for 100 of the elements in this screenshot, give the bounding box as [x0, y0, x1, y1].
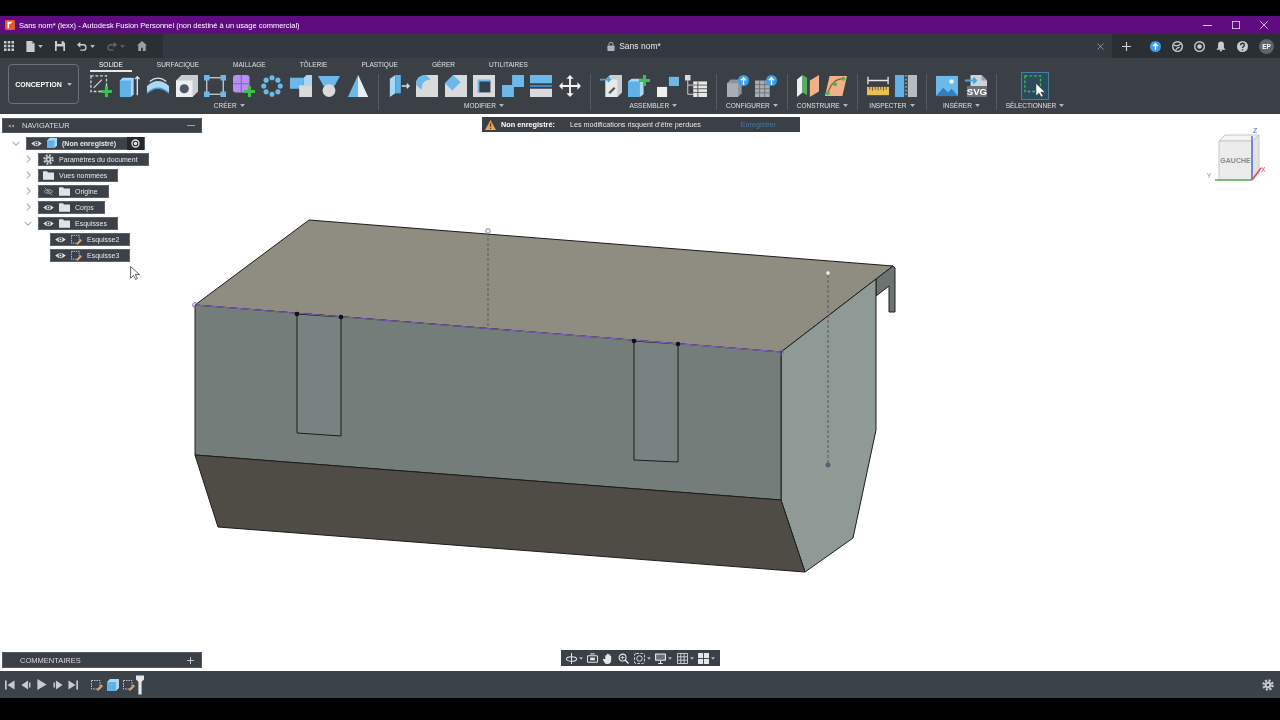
eye-icon[interactable] [55, 251, 66, 259]
extrude-icon[interactable] [118, 75, 141, 97]
help-icon[interactable] [1237, 40, 1248, 52]
plus-icon[interactable] [187, 656, 194, 664]
section-analysis-icon[interactable] [895, 75, 918, 97]
caret-icon[interactable] [909, 104, 915, 107]
sketch-feature-icon[interactable] [123, 678, 135, 691]
caret-icon[interactable] [38, 44, 43, 48]
previous-icon[interactable] [20, 679, 31, 690]
pyramid-icon[interactable] [346, 75, 369, 97]
box-link-icon[interactable] [599, 75, 622, 97]
joined-blocks-icon[interactable] [289, 75, 312, 97]
document-tab[interactable]: Sans nom* [163, 34, 1112, 58]
fillet-icon[interactable] [416, 75, 438, 97]
move-icon[interactable] [558, 75, 581, 97]
orbit-icon[interactable] [566, 652, 577, 664]
minimize-icon[interactable] [1203, 24, 1212, 26]
close-icon[interactable] [1097, 42, 1104, 50]
last-icon[interactable] [68, 679, 78, 690]
extrude-feature-icon[interactable] [107, 678, 119, 691]
display-icon[interactable] [655, 652, 667, 664]
tree-table-icon[interactable] [685, 75, 707, 97]
caret-icon[interactable] [646, 656, 651, 660]
undo-icon[interactable] [77, 41, 87, 51]
eye-icon[interactable] [43, 203, 54, 211]
caret-icon[interactable] [772, 104, 778, 107]
caret-icon[interactable] [974, 104, 980, 107]
timeline-marker-icon[interactable] [136, 674, 144, 695]
status-ring-icon[interactable] [1194, 40, 1205, 52]
sketch-rectangle-icon[interactable] [204, 75, 226, 97]
plus-icon[interactable] [1122, 41, 1131, 51]
caret-icon[interactable] [668, 656, 673, 660]
revolve-icon[interactable] [147, 75, 169, 97]
caret-icon[interactable] [1059, 104, 1065, 107]
globe-icon[interactable] [1172, 40, 1183, 52]
play-icon[interactable] [36, 679, 47, 690]
pan-icon[interactable] [602, 652, 614, 664]
maximize-icon[interactable] [1232, 21, 1240, 29]
first-icon[interactable] [5, 679, 15, 690]
eye-icon[interactable] [43, 219, 54, 227]
eye-slash-icon[interactable] [43, 186, 54, 196]
grid-icon[interactable] [676, 652, 688, 664]
gear-icon [43, 153, 54, 165]
double-arrow-icon[interactable] [8, 123, 14, 128]
caret-icon[interactable] [842, 104, 848, 107]
file-icon[interactable] [26, 40, 35, 52]
folder-icon [43, 170, 54, 180]
save-icon[interactable] [55, 41, 65, 51]
grid-badge-icon[interactable] [755, 75, 778, 97]
new-sketch-icon[interactable] [90, 75, 112, 97]
folder-icon [59, 202, 70, 212]
sync-status-icon[interactable] [1150, 40, 1161, 52]
wedge-sphere-icon[interactable] [318, 75, 340, 97]
app-logo-icon [5, 20, 15, 30]
stacked-blocks-icon[interactable] [656, 75, 679, 97]
caret-icon[interactable] [672, 104, 678, 107]
measure-icon[interactable] [866, 75, 889, 97]
eye-icon[interactable] [31, 139, 42, 147]
curved-plane-icon[interactable] [825, 75, 848, 97]
form-icon[interactable] [232, 75, 255, 97]
circular-pattern-icon[interactable] [261, 75, 283, 97]
document-tab-title: Sans nom* [619, 41, 661, 51]
combine-icon[interactable] [501, 75, 524, 97]
eye-icon[interactable] [55, 235, 66, 243]
caret-icon[interactable] [239, 104, 245, 107]
sketch-feature-icon[interactable] [91, 678, 103, 691]
folder-icon [59, 218, 70, 228]
radio-icon[interactable] [127, 136, 145, 150]
caret-icon[interactable] [498, 104, 504, 107]
cube-icon [47, 138, 57, 148]
caret-icon[interactable] [579, 656, 583, 660]
planes-icon[interactable] [796, 75, 819, 97]
split-body-icon[interactable] [530, 75, 552, 97]
sketch-icon [71, 249, 82, 261]
caret-icon[interactable] [710, 656, 715, 660]
fit-icon[interactable] [633, 652, 645, 664]
sketch-icon [71, 233, 82, 245]
home-icon[interactable] [137, 41, 147, 51]
folder-icon [59, 186, 70, 196]
box-badge-icon[interactable] [726, 75, 749, 97]
lock-icon [607, 41, 616, 51]
shell-icon[interactable] [473, 75, 495, 97]
apps-grid-icon[interactable] [4, 41, 14, 51]
selection-icon[interactable] [1020, 72, 1049, 100]
zoom-icon[interactable] [618, 652, 630, 664]
bell-icon[interactable] [1216, 40, 1226, 52]
mouse-pointer-icon [130, 265, 140, 281]
settings-icon[interactable] [1262, 678, 1274, 691]
viewports-icon[interactable] [697, 652, 709, 664]
press-pull-icon[interactable] [387, 75, 410, 97]
caret-icon[interactable] [689, 656, 694, 660]
image-icon[interactable] [936, 75, 959, 97]
axis-triad [1214, 135, 1262, 181]
chamfer-icon[interactable] [444, 75, 467, 97]
caret-icon[interactable] [66, 82, 72, 86]
look-at-icon[interactable] [587, 652, 599, 664]
hole-icon[interactable] [175, 75, 198, 97]
caret-icon[interactable] [90, 44, 95, 48]
next-icon[interactable] [52, 679, 63, 690]
box-plus-icon[interactable] [628, 75, 650, 97]
